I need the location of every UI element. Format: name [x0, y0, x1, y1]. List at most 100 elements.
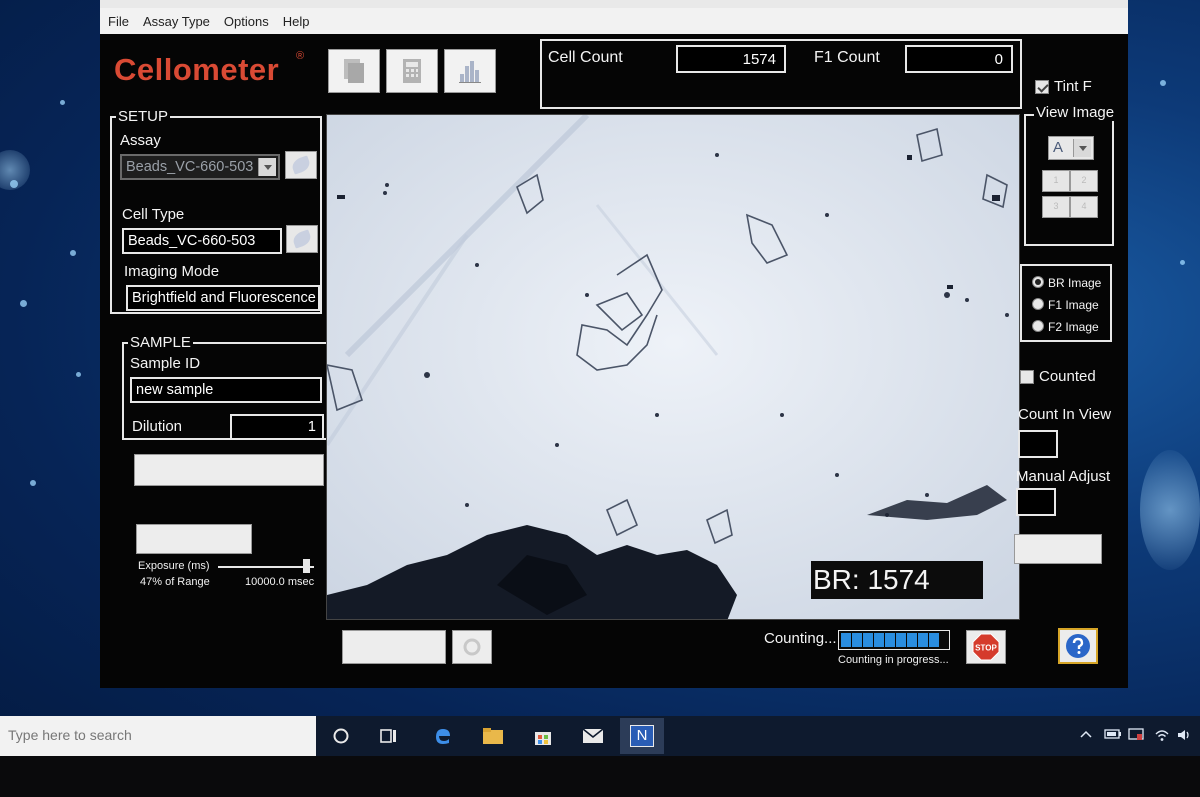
brightfield-image	[327, 115, 1019, 619]
refresh-icon	[463, 638, 481, 656]
manual-adjust-field[interactable]	[1016, 488, 1056, 516]
menu-help[interactable]: Help	[283, 14, 318, 29]
app-letter: N	[630, 725, 654, 747]
progress-segment	[863, 633, 873, 647]
help-icon	[1066, 634, 1090, 658]
microscope-image[interactable]: BR: 1574	[326, 114, 1020, 620]
image-action-button[interactable]	[342, 630, 446, 664]
app-window: File Assay Type Options Help Cellometer …	[100, 0, 1128, 688]
quadrant-2-button[interactable]: 2	[1070, 170, 1098, 192]
chevron-down-icon[interactable]	[258, 158, 276, 176]
progress-segment	[918, 633, 928, 647]
tray-chevron-up-icon[interactable]	[1080, 728, 1092, 742]
br-count-overlay: BR: 1574	[811, 561, 983, 599]
imaging-mode-field[interactable]: Brightfield and Fluorescence	[126, 285, 320, 311]
br-image-radio[interactable]	[1032, 276, 1044, 288]
taskbar: Type here to search N	[0, 716, 1200, 756]
cortana-icon[interactable]	[328, 724, 354, 748]
adjust-apply-button[interactable]	[1014, 534, 1102, 564]
taskbar-search-input[interactable]: Type here to search	[0, 716, 316, 756]
assay-label: Assay	[120, 132, 161, 149]
copy-button[interactable]	[328, 49, 380, 93]
counted-label: Counted	[1039, 368, 1096, 385]
title-bar	[100, 0, 1128, 8]
cell-type-field[interactable]: Beads_VC-660-503	[122, 228, 282, 254]
registered-mark: ®	[296, 50, 305, 62]
assay-dropdown[interactable]: Beads_VC-660-503	[120, 154, 280, 180]
exposure-slider[interactable]	[218, 559, 314, 573]
imaging-mode-label: Imaging Mode	[124, 263, 220, 280]
calculator-button[interactable]	[386, 49, 438, 93]
f1-image-radio[interactable]	[1032, 298, 1044, 310]
app-body: Cellometer ® Cell Count 1574 F1 Count 0 …	[100, 34, 1128, 688]
volume-icon[interactable]	[1176, 728, 1194, 745]
menu-assay-type[interactable]: Assay Type	[143, 14, 218, 29]
progress-segment	[907, 633, 917, 647]
counted-checkbox[interactable]	[1020, 370, 1034, 384]
menu-options[interactable]: Options	[224, 14, 277, 29]
progress-segment	[874, 633, 884, 647]
counting-status-text: Counting in progress...	[838, 654, 949, 666]
manual-adjust-label: Manual Adjust	[1016, 468, 1111, 485]
counting-label: Counting...	[764, 630, 837, 647]
br-image-label: BR Image	[1048, 276, 1102, 290]
battery-icon[interactable]	[1104, 728, 1122, 743]
refresh-button[interactable]	[452, 630, 492, 664]
quadrant-1-button[interactable]: 1	[1042, 170, 1070, 192]
count-panel: Cell Count 1574 F1 Count 0	[540, 39, 1022, 109]
progress-segment	[929, 633, 939, 647]
menu-bar: File Assay Type Options Help	[100, 8, 1128, 34]
dilution-label: Dilution	[132, 418, 183, 435]
cell-type-label: Cell Type	[122, 206, 185, 223]
stop-label: STOP	[975, 644, 997, 653]
store-icon[interactable]	[530, 724, 556, 748]
network-status-icon[interactable]	[1128, 728, 1144, 745]
setup-title: SETUP	[116, 108, 171, 125]
exposure-value: 10000.0 msec	[245, 576, 315, 588]
tint-f-checkbox[interactable]	[1035, 80, 1049, 94]
capture-button[interactable]	[136, 524, 252, 554]
mail-icon[interactable]	[580, 724, 606, 748]
chevron-down-icon[interactable]	[1073, 139, 1091, 157]
cellometer-app-icon[interactable]: N	[629, 724, 655, 748]
cell-type-edit-button[interactable]	[286, 225, 318, 253]
view-image-value: A	[1053, 139, 1064, 156]
help-button[interactable]	[1058, 628, 1098, 664]
exposure-range: 47% of Range	[140, 576, 210, 588]
f2-image-label: F2 Image	[1048, 320, 1099, 334]
quadrant-4-button[interactable]: 4	[1070, 196, 1098, 218]
sample-action-button[interactable]	[134, 454, 324, 486]
task-view-icon[interactable]	[376, 724, 402, 748]
f2-image-radio[interactable]	[1032, 320, 1044, 332]
dilution-field[interactable]: 1	[230, 414, 324, 440]
menu-file[interactable]: File	[108, 14, 137, 29]
edge-browser-icon[interactable]	[430, 724, 456, 748]
quadrant-3-button[interactable]: 3	[1042, 196, 1070, 218]
sample-id-field[interactable]: new sample	[130, 377, 322, 403]
view-image-select[interactable]: A	[1048, 136, 1094, 160]
f1-count-label: F1 Count	[814, 49, 880, 66]
f1-count-value: 0	[905, 45, 1013, 73]
wifi-icon[interactable]	[1154, 728, 1170, 745]
file-explorer-icon[interactable]	[480, 724, 506, 748]
progress-segment	[852, 633, 862, 647]
cellometer-logo: Cellometer	[114, 52, 280, 87]
progress-segment	[896, 633, 906, 647]
monitor-bezel	[0, 756, 1200, 797]
histogram-icon	[459, 61, 481, 83]
progress-segment	[885, 633, 895, 647]
assay-edit-button[interactable]	[285, 151, 317, 179]
view-image-title: View Image	[1034, 104, 1117, 121]
cell-count-label: Cell Count	[548, 49, 623, 66]
count-in-view-label: Count In View	[1018, 406, 1112, 423]
exposure-slider-thumb[interactable]	[303, 559, 311, 573]
calculator-icon	[403, 59, 421, 83]
copy-icon	[344, 59, 364, 83]
exposure-label: Exposure (ms)	[138, 560, 210, 572]
f1-image-label: F1 Image	[1048, 298, 1099, 312]
progress-segment	[841, 633, 851, 647]
count-in-view-field	[1018, 430, 1058, 458]
histogram-button[interactable]	[444, 49, 496, 93]
sample-title: SAMPLE	[128, 334, 193, 351]
stop-button[interactable]: STOP	[966, 630, 1006, 664]
